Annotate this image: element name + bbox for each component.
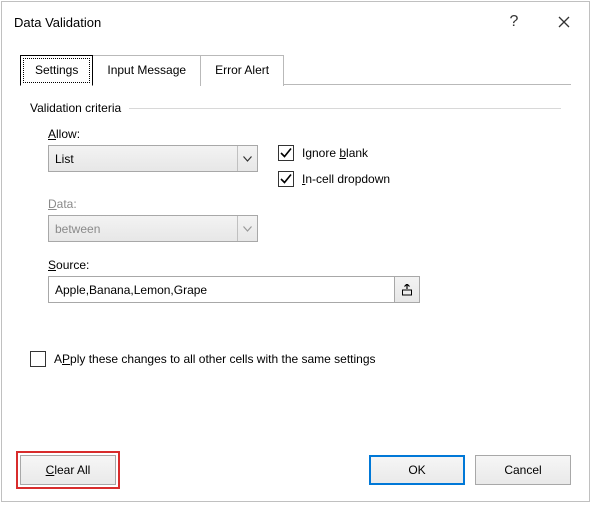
incell-dropdown-checkbox[interactable]: In-cell dropdown — [278, 171, 390, 187]
source-label: Source: — [48, 258, 561, 272]
group-divider — [129, 108, 561, 109]
allow-value: List — [55, 152, 74, 166]
source-input[interactable] — [48, 276, 395, 303]
close-button[interactable] — [539, 2, 589, 42]
data-label: Data: — [48, 197, 258, 211]
group-label: Validation criteria — [30, 101, 121, 115]
incell-dropdown-label: In-cell dropdown — [302, 172, 390, 186]
tab-strip: Settings Input Message Error Alert — [20, 54, 571, 85]
ignore-blank-checkbox[interactable]: Ignore blank — [278, 145, 390, 161]
data-select: between — [48, 215, 258, 242]
tab-input-message[interactable]: Input Message — [93, 55, 201, 86]
check-icon — [280, 147, 292, 159]
tab-settings[interactable]: Settings — [20, 55, 93, 86]
close-icon — [558, 16, 570, 28]
chevron-down-icon — [237, 216, 257, 241]
chevron-down-icon — [237, 146, 257, 171]
data-value: between — [55, 222, 100, 236]
checkbox-box — [278, 171, 294, 187]
clear-all-button[interactable]: Clear All — [20, 455, 116, 485]
ignore-blank-label: Ignore blank — [302, 146, 368, 160]
tab-error-alert[interactable]: Error Alert — [201, 55, 284, 86]
apply-changes-checkbox[interactable]: APply these changes to all other cells w… — [30, 351, 561, 367]
settings-panel: Validation criteria Allow: List — [20, 85, 571, 395]
allow-label: Allow: — [48, 127, 258, 141]
range-selector-button[interactable] — [395, 276, 420, 303]
dialog-content: Settings Input Message Error Alert Valid… — [2, 42, 589, 455]
checkbox-box — [278, 145, 294, 161]
validation-criteria-group: Validation criteria — [30, 101, 561, 115]
dialog-footer: Clear All OK Cancel — [2, 455, 589, 501]
range-selector-icon — [401, 284, 413, 296]
check-icon — [280, 173, 292, 185]
checkbox-box — [30, 351, 46, 367]
dialog-title: Data Validation — [14, 15, 489, 30]
data-validation-dialog: Data Validation ? Settings Input Message… — [1, 1, 590, 502]
titlebar: Data Validation ? — [2, 2, 589, 42]
help-button[interactable]: ? — [489, 2, 539, 42]
ok-button[interactable]: OK — [369, 455, 465, 485]
cancel-button[interactable]: Cancel — [475, 455, 571, 485]
apply-changes-label: APply these changes to all other cells w… — [54, 352, 376, 366]
allow-select[interactable]: List — [48, 145, 258, 172]
